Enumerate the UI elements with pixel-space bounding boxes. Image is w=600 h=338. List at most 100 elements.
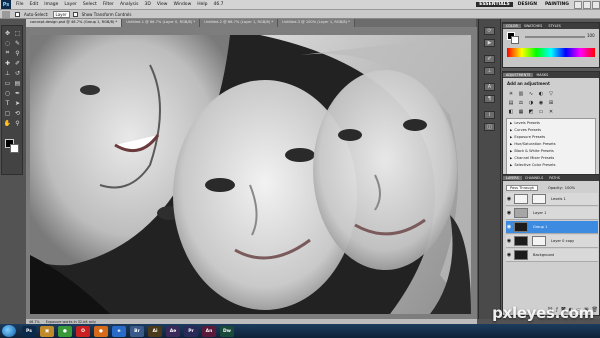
pr-icon[interactable]: Pr: [184, 325, 198, 337]
br-icon[interactable]: Br: [130, 325, 144, 337]
color-slider[interactable]: [525, 36, 585, 38]
history-brush-tool-icon[interactable]: ↺: [13, 69, 22, 77]
menu-window[interactable]: Window: [171, 2, 195, 7]
menu-view[interactable]: View: [154, 2, 171, 7]
auto-select-checkbox[interactable]: [15, 11, 20, 17]
gradient-tool-icon[interactable]: ▤: [13, 79, 22, 87]
lasso-tool-icon[interactable]: ◌: [3, 39, 12, 47]
layer-row-levels[interactable]: ◉ Levels 1: [506, 193, 598, 206]
ai-icon[interactable]: Ai: [148, 325, 162, 337]
curves-icon[interactable]: ∿: [527, 90, 535, 97]
eye-icon[interactable]: ◉: [506, 210, 512, 216]
workspace-essentials[interactable]: ESSENTIALS: [476, 2, 513, 7]
levels-icon[interactable]: ▥: [517, 90, 525, 97]
black-white-icon[interactable]: ◑: [527, 99, 535, 106]
show-transform-checkbox[interactable]: [72, 11, 78, 17]
zoom-tool-icon[interactable]: ⚲: [13, 119, 22, 127]
tab-adjustments[interactable]: ADJUSTMENTS: [503, 73, 534, 77]
paragraph-icon[interactable]: ¶: [484, 95, 495, 103]
blend-mode-select[interactable]: Pass Through: [506, 184, 539, 191]
color-value[interactable]: 100: [587, 33, 595, 38]
tab-styles[interactable]: STYLES: [545, 24, 563, 28]
type-tool-icon[interactable]: T: [3, 99, 12, 107]
color-spectrum[interactable]: [507, 48, 595, 57]
color-balance-icon[interactable]: ⚖: [517, 99, 525, 106]
exposure-icon[interactable]: ◐: [537, 90, 545, 97]
preset-channel-mixer[interactable]: ▶ Channel Mixer Presets: [507, 154, 595, 161]
doc-tab-4[interactable]: Untitled-3 @ 100% (Layer 1, RGB/8) *: [278, 19, 355, 27]
menu-layer[interactable]: Layer: [61, 2, 80, 7]
eye-icon[interactable]: ◉: [506, 252, 512, 258]
pen-tool-icon[interactable]: ✒: [13, 89, 22, 97]
crop-tool-icon[interactable]: ⌗: [3, 49, 12, 57]
close-button[interactable]: [592, 0, 600, 9]
dw-icon[interactable]: Dw: [220, 325, 234, 337]
menu-3d[interactable]: 3D: [141, 2, 153, 7]
zoom-level[interactable]: 46.7: [211, 2, 227, 7]
menu-image[interactable]: Image: [41, 2, 61, 7]
eyedropper-tool-icon[interactable]: ⚲: [13, 49, 22, 57]
channel-mixer-icon[interactable]: ⊞: [547, 99, 555, 106]
selective-color-icon[interactable]: ✕: [547, 108, 555, 115]
vibrance-icon[interactable]: ▽: [547, 90, 555, 97]
tab-layers[interactable]: LAYERS: [503, 176, 522, 180]
ps-icon[interactable]: Ps: [22, 325, 36, 337]
clone-source-icon[interactable]: ⊥: [484, 67, 495, 75]
posterize-icon[interactable]: ▦: [517, 108, 525, 115]
maximize-button[interactable]: [583, 0, 591, 9]
preset-levels[interactable]: ▶ Levels Presets: [507, 119, 595, 126]
preset-black-white[interactable]: ▶ Black & White Presets: [507, 147, 595, 154]
preset-selective-color[interactable]: ▶ Selective Color Presets: [507, 161, 595, 168]
auto-select-dropdown[interactable]: Layer: [52, 10, 70, 18]
path-select-tool-icon[interactable]: ➤: [13, 99, 22, 107]
menu-select[interactable]: Select: [80, 2, 100, 7]
minimize-button[interactable]: [574, 0, 582, 9]
tab-masks[interactable]: MASKS: [533, 73, 551, 77]
eye-icon[interactable]: ◉: [506, 238, 512, 244]
doc-tab-3[interactable]: Untitled-2 @ 66.7% (Layer 1, RGB/8) *: [200, 19, 279, 27]
ie-icon[interactable]: e: [112, 325, 126, 337]
doc-tab-2[interactable]: Untitled-1 @ 66.7% (Layer 0, RGB/8) *: [122, 19, 201, 27]
threshold-icon[interactable]: ◩: [527, 108, 535, 115]
hue-saturation-icon[interactable]: ▤: [507, 99, 515, 106]
tab-channels[interactable]: CHANNELS: [522, 176, 547, 180]
layer-row-layer0-copy[interactable]: ◉ Layer 0 copy: [506, 235, 598, 248]
brush-tool-icon[interactable]: ✐: [13, 59, 22, 67]
move-tool-icon[interactable]: ✥: [3, 29, 12, 37]
ae-icon[interactable]: Ae: [166, 325, 180, 337]
menu-file[interactable]: File: [13, 2, 27, 7]
files-icon[interactable]: ▣: [40, 325, 54, 337]
doc-tab-1[interactable]: concept-design.psd @ 46.7% (Group 1, RGB…: [26, 19, 123, 27]
history-icon[interactable]: ⟳: [484, 27, 495, 35]
brightness-icon[interactable]: ☀: [507, 90, 515, 97]
menu-help[interactable]: Help: [194, 2, 210, 7]
start-button[interactable]: [2, 325, 16, 337]
preset-curves[interactable]: ▶ Curves Presets: [507, 126, 595, 133]
3d-rotate-tool-icon[interactable]: ⟲: [13, 109, 22, 117]
menu-analysis[interactable]: Analysis: [117, 2, 142, 7]
chrome-icon[interactable]: ●: [58, 325, 72, 337]
gradient-map-icon[interactable]: ▭: [537, 108, 545, 115]
status-zoom[interactable]: 46.7%: [26, 320, 43, 324]
move-tool-icon[interactable]: [2, 10, 10, 18]
info-icon[interactable]: i: [484, 111, 495, 119]
dodge-tool-icon[interactable]: ○: [3, 89, 12, 97]
firefox-icon[interactable]: ●: [94, 325, 108, 337]
eraser-tool-icon[interactable]: ▭: [3, 79, 12, 87]
navigator-icon[interactable]: ◫: [484, 123, 495, 131]
canvas-photo[interactable]: [30, 35, 471, 314]
tab-swatches[interactable]: SWATCHES: [521, 24, 545, 28]
hand-tool-icon[interactable]: ✋: [3, 119, 12, 127]
photo-filter-icon[interactable]: ◉: [537, 99, 545, 106]
workspace-painting[interactable]: PAINTING: [542, 2, 572, 7]
character-icon[interactable]: A: [484, 83, 495, 91]
opera-icon[interactable]: O: [76, 325, 90, 337]
opacity-value[interactable]: 100%: [565, 186, 575, 190]
an-icon[interactable]: An: [202, 325, 216, 337]
preset-exposure[interactable]: ▶ Exposure Presets: [507, 133, 595, 140]
actions-icon[interactable]: ▶: [484, 39, 495, 47]
layer-row-background[interactable]: ◉ Background: [506, 249, 598, 262]
brushes-icon[interactable]: ✐: [484, 55, 495, 63]
preset-hue-saturation[interactable]: ▶ Hue/Saturation Presets: [507, 140, 595, 147]
eye-icon[interactable]: ◉: [506, 196, 512, 202]
